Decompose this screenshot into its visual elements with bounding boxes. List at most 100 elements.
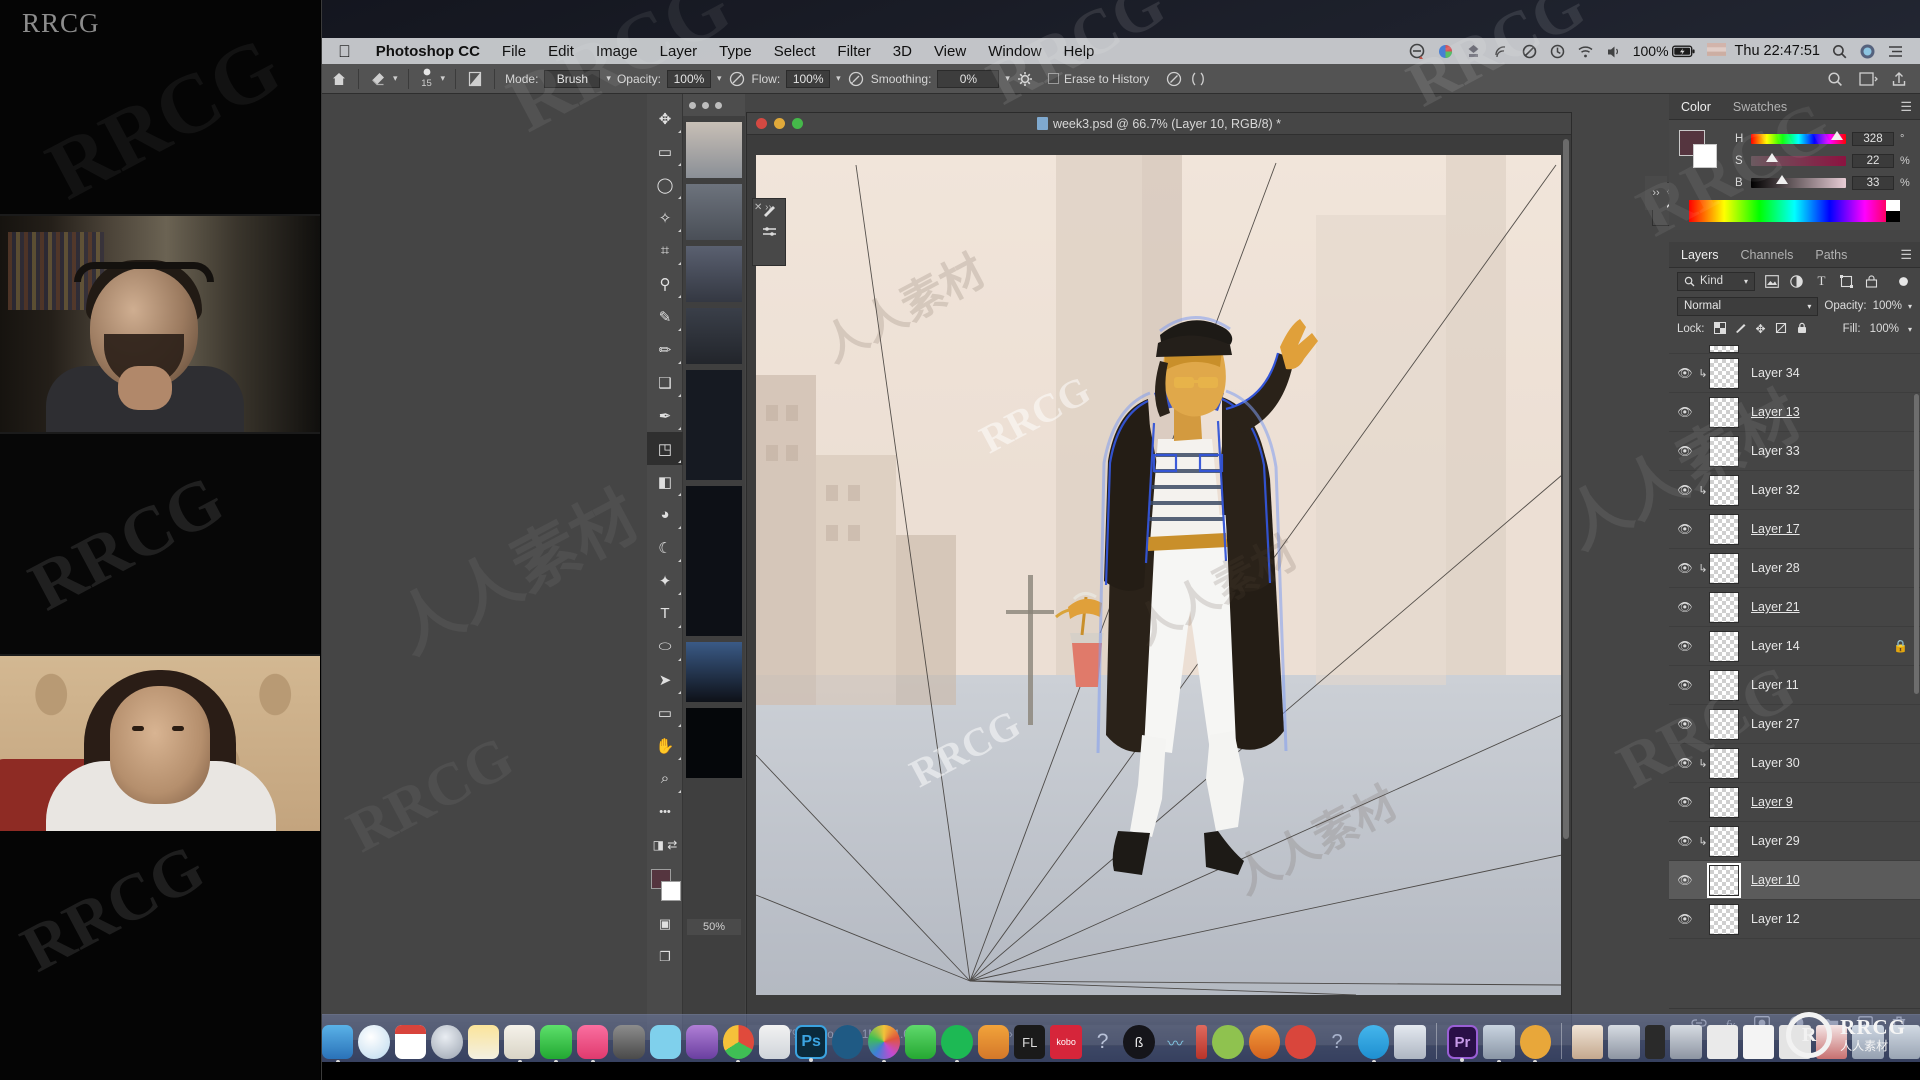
notes-icon[interactable]: [467, 1025, 500, 1059]
video-tile-screen[interactable]: RRCG RRCG: [0, 0, 320, 214]
search-icon[interactable]: [1831, 43, 1848, 60]
layer-name[interactable]: Layer 14: [1751, 639, 1800, 653]
layer-name[interactable]: Layer 9: [1751, 795, 1793, 809]
edit-toolbar-button[interactable]: •••: [647, 795, 683, 828]
smoothing-input[interactable]: 0%: [937, 69, 1000, 88]
ruler-icon[interactable]: [1196, 1025, 1208, 1059]
navigator-thumbnail[interactable]: [686, 122, 742, 178]
kobo-icon[interactable]: kobo: [1050, 1025, 1082, 1059]
table-row[interactable]: 👁 ↳ Layer 34: [1669, 354, 1920, 393]
table-row[interactable]: 👁 Layer 9: [1669, 783, 1920, 822]
opacity-value[interactable]: 100%: [1873, 300, 1902, 312]
dictionary-icon[interactable]: [977, 1025, 1010, 1059]
history-thumbnail-2[interactable]: [686, 246, 742, 302]
table-row[interactable]: [1669, 344, 1920, 354]
chevron-down-icon[interactable]: ▾: [393, 73, 398, 84]
lock-transparency-icon[interactable]: [1713, 321, 1726, 337]
layer-visibility-icon[interactable]: 👁: [1673, 366, 1697, 380]
menu-item-layer[interactable]: Layer: [649, 43, 709, 60]
video-tile-student[interactable]: [0, 656, 320, 831]
type-filter-icon[interactable]: T: [1813, 273, 1830, 290]
music-icon[interactable]: [576, 1025, 609, 1064]
table-row[interactable]: 👁 Layer 10: [1669, 861, 1920, 900]
sketch-icon[interactable]: 〰: [1160, 1025, 1191, 1059]
pixel-filter-icon[interactable]: [1763, 273, 1780, 290]
layer-thumbnail[interactable]: [1709, 474, 1739, 506]
brightness-slider-knob[interactable]: [1776, 175, 1789, 184]
quick-mask-toggle[interactable]: ▣: [647, 907, 683, 940]
pressure-size-icon[interactable]: [1165, 70, 1183, 88]
blend-mode-row[interactable]: Normal ▾ Opacity: 100% ▾: [1669, 294, 1920, 318]
lock-image-icon[interactable]: [1735, 322, 1747, 337]
type-tool[interactable]: T: [647, 597, 683, 630]
layer-name[interactable]: Layer 21: [1751, 600, 1800, 614]
menu-item-edit[interactable]: Edit: [537, 43, 585, 60]
layers-scrollbar-thumb[interactable]: [1914, 394, 1919, 694]
erase-to-history-checkbox[interactable]: Erase to History: [1047, 72, 1149, 86]
move-tool[interactable]: ✥: [647, 102, 683, 135]
menu-item-file[interactable]: File: [491, 43, 537, 60]
brush-tool[interactable]: ✏: [647, 333, 683, 366]
layer-name[interactable]: Layer 12: [1751, 912, 1800, 926]
colorwheel-icon[interactable]: [1437, 43, 1454, 60]
color-panel-tabs[interactable]: Color Swatches ☰: [1669, 94, 1920, 120]
settings-icon[interactable]: [613, 1025, 645, 1059]
dropbox-icon[interactable]: [1465, 43, 1482, 60]
layer-visibility-icon[interactable]: 👁: [1673, 444, 1697, 458]
pages-icon[interactable]: [504, 1025, 536, 1064]
chevron-down-icon[interactable]: ▾: [1005, 73, 1010, 84]
timemachine-icon[interactable]: [1549, 43, 1566, 60]
menu-item-image[interactable]: Image: [585, 43, 649, 60]
file-doc-icon[interactable]: [1706, 1025, 1738, 1059]
eyedropper-tool[interactable]: ⚲: [647, 267, 683, 300]
brightness-slider-row[interactable]: B 33 %: [1735, 172, 1910, 194]
apple-icon[interactable]: : [338, 43, 351, 60]
layer-visibility-icon[interactable]: 👁: [1673, 795, 1697, 809]
layer-thumbnail[interactable]: [1709, 630, 1739, 662]
flow-input[interactable]: 100%: [786, 69, 831, 88]
safari-icon[interactable]: [358, 1025, 390, 1059]
opacity-input[interactable]: 100%: [666, 69, 711, 88]
history-thumbnail-3[interactable]: [686, 308, 742, 364]
background-color-swatch[interactable]: [661, 881, 681, 901]
layer-name[interactable]: Layer 32: [1751, 483, 1800, 497]
layer-visibility-icon[interactable]: 👁: [1673, 483, 1697, 497]
clone-stamp-tool[interactable]: ❑: [647, 366, 683, 399]
flag-icon[interactable]: [1706, 42, 1726, 60]
direct-selection-tool[interactable]: ➤: [647, 663, 683, 696]
adjustment-filter-icon[interactable]: [1788, 273, 1805, 290]
image-file-icon[interactable]: [1483, 1025, 1515, 1064]
chevron-down-icon[interactable]: ▾: [1807, 302, 1811, 311]
healing-brush-tool[interactable]: ✎: [647, 300, 683, 333]
chevron-down-icon[interactable]: ▾: [1744, 277, 1748, 286]
chevron-down-icon[interactable]: ▾: [836, 73, 841, 84]
black-swatch[interactable]: [1886, 211, 1900, 222]
mini-panel-close-icon[interactable]: ✕ ››: [754, 202, 772, 213]
layer-thumbnail[interactable]: [1709, 903, 1739, 935]
filter-toggle-icon[interactable]: [1895, 273, 1912, 290]
layer-visibility-icon[interactable]: 👁: [1673, 405, 1697, 419]
table-row[interactable]: 👁 Layer 17: [1669, 510, 1920, 549]
layer-name[interactable]: Layer 27: [1751, 717, 1800, 731]
dodge-tool[interactable]: ☾: [647, 531, 683, 564]
panel-menu-icon[interactable]: ☰: [1900, 247, 1912, 263]
layer-thumbnail[interactable]: [1709, 552, 1739, 584]
battery-status[interactable]: 100%: [1633, 43, 1696, 59]
layer-thumbnail[interactable]: [1709, 669, 1739, 701]
layer-visibility-icon[interactable]: 👁: [1673, 717, 1697, 731]
menu-item-window[interactable]: Window: [977, 43, 1052, 60]
brightness-value[interactable]: 33: [1852, 176, 1894, 190]
lock-position-icon[interactable]: ✥: [1756, 322, 1766, 336]
panel-menu-icon[interactable]: ☰: [1900, 99, 1912, 115]
video-tile-blank[interactable]: RRCG: [0, 434, 320, 654]
layer-name[interactable]: Layer 11: [1751, 678, 1799, 692]
artwork-canvas[interactable]: 人人素材 RRCG 人人素材 RRCG 人人素材: [756, 155, 1562, 995]
left-dock-header[interactable]: [683, 94, 745, 116]
photoshop-icon[interactable]: Ps: [795, 1025, 828, 1062]
layer-thumbnail[interactable]: [1709, 396, 1739, 428]
phone-doc-icon[interactable]: [1644, 1025, 1666, 1059]
share-icon[interactable]: [1890, 70, 1908, 88]
airplay-icon[interactable]: [1493, 43, 1510, 60]
shield-icon[interactable]: [1409, 43, 1426, 60]
blender-icon[interactable]: [1248, 1025, 1280, 1059]
